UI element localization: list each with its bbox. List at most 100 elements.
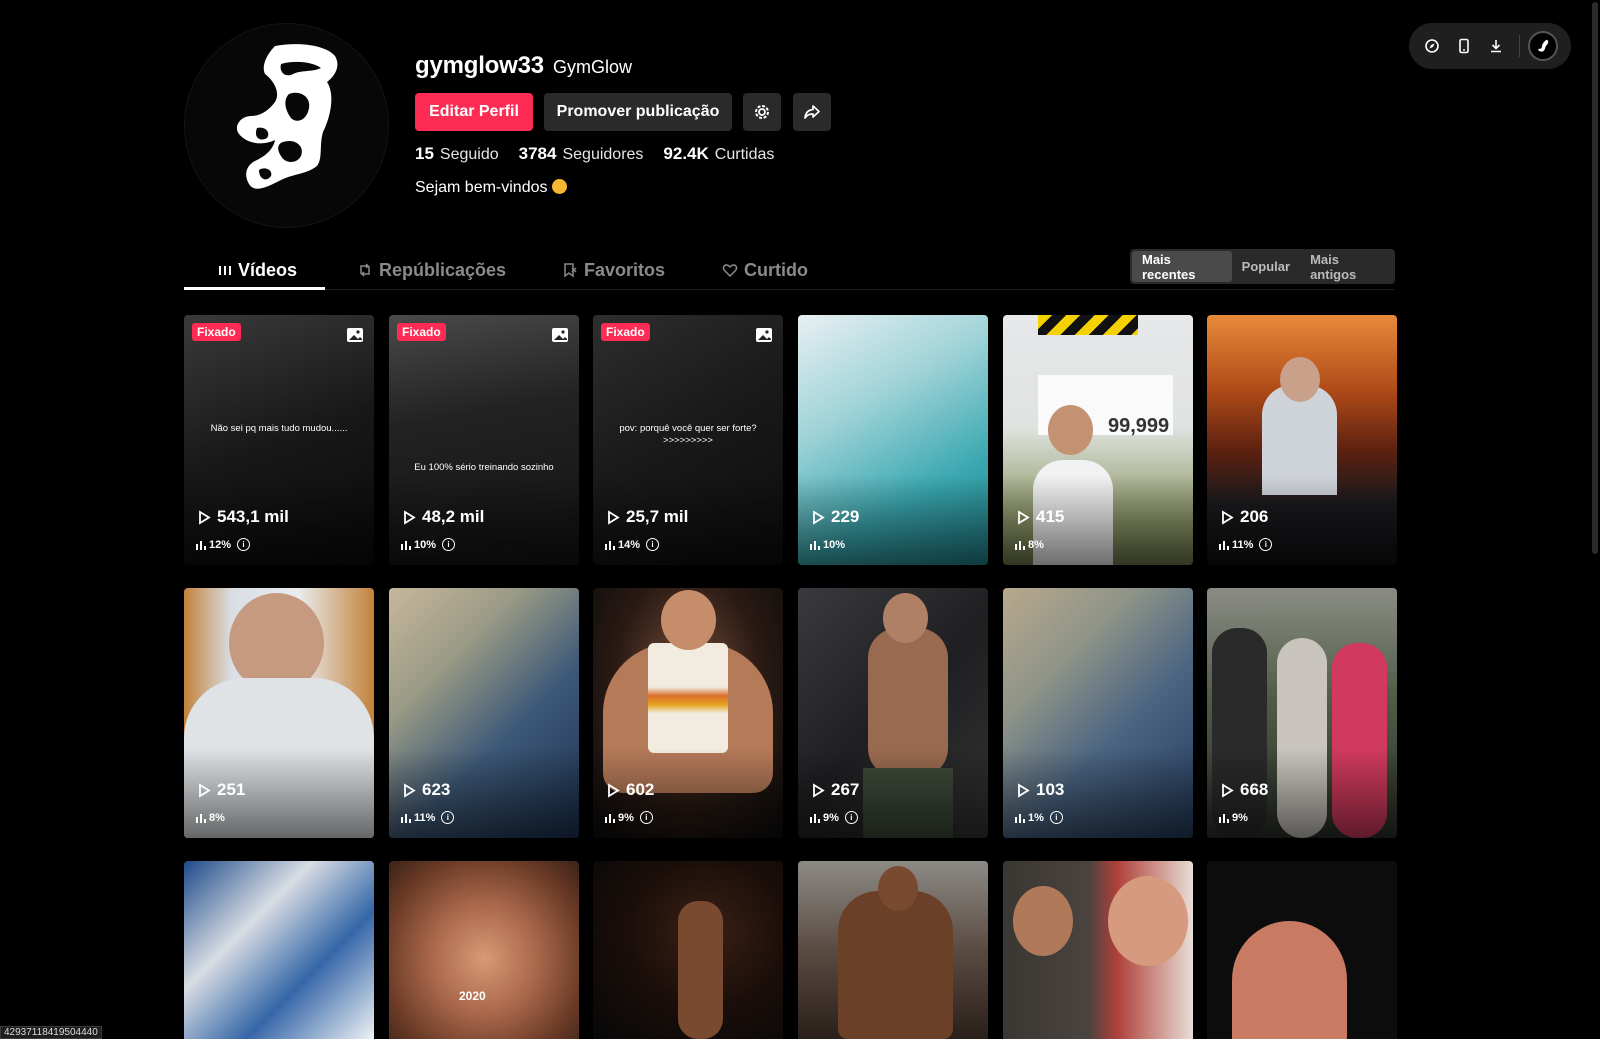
view-count: 25,7 mil	[607, 507, 688, 527]
gear-icon	[755, 105, 769, 119]
floating-toolbar	[1409, 23, 1571, 69]
tab-liked[interactable]: Curtido	[722, 250, 808, 290]
video-card[interactable]	[798, 861, 988, 1039]
view-count: 251	[198, 780, 245, 800]
view-count: 543,1 mil	[198, 507, 289, 527]
status-bar-url: 42937118419504440	[0, 1026, 102, 1039]
engagement-rate: 10% i	[401, 538, 456, 551]
bar-chart-icon	[401, 813, 411, 823]
active-tab-indicator	[184, 287, 325, 290]
view-count: 229	[812, 507, 859, 527]
stat-following[interactable]: 15 Seguido	[415, 144, 499, 164]
info-icon[interactable]: i	[237, 538, 251, 551]
video-card[interactable]: 99,999 415 8%	[1003, 315, 1193, 565]
phone-icon[interactable]	[1449, 31, 1479, 61]
stat-followers[interactable]: 3784 Seguidores	[519, 144, 644, 164]
video-card[interactable]: 251 8%	[184, 588, 374, 838]
play-icon	[1222, 509, 1234, 525]
photo-icon	[347, 328, 363, 342]
video-card[interactable]: 2020	[389, 861, 579, 1039]
info-icon[interactable]: i	[441, 811, 455, 824]
play-icon	[608, 782, 620, 798]
video-card[interactable]: 229 10%	[798, 315, 988, 565]
photo-icon	[756, 328, 772, 342]
sign-number: 99,999	[1108, 415, 1170, 437]
edit-profile-button[interactable]: Editar Perfil	[415, 93, 533, 131]
play-icon	[1018, 509, 1030, 525]
info-icon[interactable]: i	[646, 538, 660, 551]
view-count: 415	[1017, 507, 1064, 527]
grid-icon	[219, 266, 231, 275]
bar-chart-icon	[1219, 814, 1229, 823]
video-card[interactable]: 602 9% i	[593, 588, 783, 838]
video-card[interactable]: 103 1% i	[1003, 588, 1193, 838]
info-icon[interactable]: i	[1049, 811, 1063, 824]
heart-icon	[722, 264, 738, 278]
sort-popular[interactable]: Popular	[1232, 251, 1300, 282]
bar-chart-icon	[810, 541, 820, 550]
profile-stats: 15 Seguido 3784 Seguidores 92.4K Curtidas	[415, 144, 774, 164]
video-caption: Eu 100% sério treinando sozinho	[414, 462, 554, 473]
engagement-rate: 11% i	[401, 811, 455, 824]
bar-chart-icon	[196, 540, 206, 550]
video-card[interactable]: Fixado pov: porquê você quer ser forte? …	[593, 315, 783, 565]
bar-chart-icon	[605, 813, 615, 823]
video-caption: 2020	[459, 989, 486, 1003]
download-icon[interactable]	[1481, 31, 1511, 61]
play-icon	[404, 782, 416, 798]
video-card[interactable]	[593, 861, 783, 1039]
settings-button[interactable]	[743, 93, 781, 131]
user-avatar-small[interactable]	[1528, 31, 1558, 61]
bar-chart-icon	[810, 813, 820, 823]
video-card[interactable]: 206 11% i	[1207, 315, 1397, 565]
sort-oldest[interactable]: Mais antigos	[1300, 251, 1393, 282]
video-card[interactable]	[1003, 861, 1193, 1039]
pinned-badge: Fixado	[601, 323, 650, 341]
bookmark-icon	[564, 263, 577, 278]
nickname: GymGlow	[553, 57, 633, 77]
bar-chart-icon	[1015, 541, 1025, 550]
bar-chart-icon	[1219, 540, 1229, 550]
play-icon	[199, 782, 211, 798]
share-icon	[804, 105, 820, 119]
play-icon	[608, 509, 620, 525]
scrollbar-thumb[interactable]	[1592, 2, 1598, 554]
view-count: 206	[1221, 507, 1268, 527]
tab-videos[interactable]: Vídeos	[218, 250, 297, 290]
compass-icon[interactable]	[1417, 31, 1447, 61]
video-card[interactable]: Fixado Não sei pq mais tudo mudou...... …	[184, 315, 374, 565]
profile-bio: Sejam bem-vindos	[415, 179, 567, 197]
view-count: 267	[812, 780, 859, 800]
video-card[interactable]: 267 9% i	[798, 588, 988, 838]
tab-favorites[interactable]: Favoritos	[562, 250, 665, 290]
info-icon[interactable]: i	[442, 538, 456, 551]
play-icon	[813, 509, 825, 525]
view-count: 48,2 mil	[403, 507, 484, 527]
video-card[interactable]: Fixado Eu 100% sério treinando sozinho 4…	[389, 315, 579, 565]
video-card[interactable]	[184, 861, 374, 1039]
engagement-rate: 9% i	[810, 811, 858, 824]
bar-chart-icon	[401, 540, 411, 550]
engagement-rate: 9% i	[605, 811, 653, 824]
video-card[interactable]	[1207, 861, 1397, 1039]
engagement-rate: 9%	[1219, 812, 1248, 824]
view-count: 103	[1017, 780, 1064, 800]
share-button[interactable]	[793, 93, 831, 131]
tab-reposts[interactable]: Repúblicações	[357, 250, 506, 290]
engagement-rate: 1% i	[1015, 811, 1063, 824]
video-card[interactable]: 668 9%	[1207, 588, 1397, 838]
engagement-rate: 8%	[1015, 539, 1044, 551]
play-icon	[404, 509, 416, 525]
promote-post-button[interactable]: Promover publicação	[544, 93, 732, 131]
view-count: 602	[607, 780, 654, 800]
play-icon	[1222, 782, 1234, 798]
info-icon[interactable]: i	[1259, 538, 1273, 551]
profile-avatar[interactable]	[184, 23, 389, 228]
info-icon[interactable]: i	[844, 811, 858, 824]
info-icon[interactable]: i	[639, 811, 653, 824]
sort-recent[interactable]: Mais recentes	[1132, 251, 1232, 282]
video-card[interactable]: 623 11% i	[389, 588, 579, 838]
play-icon	[1018, 782, 1030, 798]
pinned-badge: Fixado	[397, 323, 446, 341]
engagement-rate: 12% i	[196, 538, 251, 551]
